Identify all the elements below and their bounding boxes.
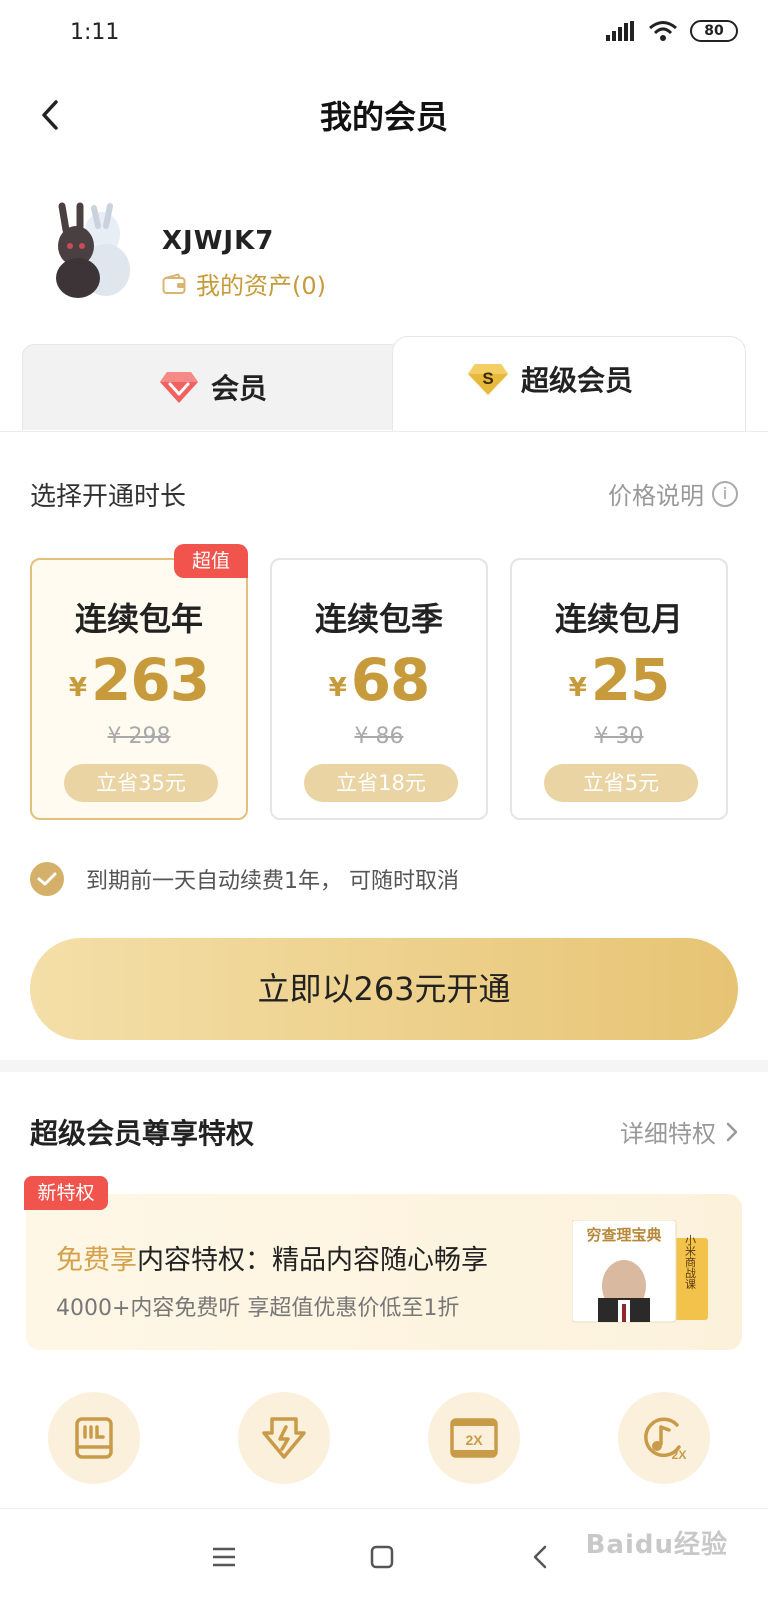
feature-title-rest: 内容特权：精品内容随心畅享 (137, 1245, 488, 1276)
price-help-link[interactable]: 价格说明 i (608, 476, 738, 511)
plan-name: 连续包季 (314, 600, 443, 638)
plan-savings: 立省35元 (64, 764, 218, 802)
feature-privilege-card[interactable]: 免费享内容特权：精品内容随心畅享 4000+内容免费听 享超值优惠价低至1折 穷… (26, 1194, 742, 1350)
chevron-right-icon (726, 1122, 738, 1141)
currency-symbol: ¥ (568, 673, 587, 703)
status-time: 1:11 (70, 20, 120, 45)
plan-original-price: ¥ 86 (354, 724, 404, 749)
plan-price-value: 25 (590, 646, 671, 714)
assets-label: 我的资产(0) (196, 272, 326, 300)
auto-renew-checkbox[interactable]: 到期前一天自动续费1年， 可随时取消 (30, 862, 459, 896)
divider (0, 431, 768, 432)
plan-badge: 超值 (174, 544, 248, 578)
privilege-icon-row: 2X 2X (0, 1392, 768, 1488)
currency-symbol: ¥ (68, 673, 87, 703)
user-profile: XJWJK7 我的资产(0) (40, 200, 740, 310)
download-privilege-icon[interactable] (238, 1392, 330, 1484)
username: XJWJK7 (162, 226, 275, 256)
plan-price: ¥25 (512, 646, 726, 714)
subscribe-button[interactable]: 立即以263元开通 (30, 938, 738, 1040)
wallet-icon (162, 272, 186, 294)
signal-icon (606, 21, 634, 41)
duration-section-title: 选择开通时长 (30, 482, 187, 512)
triangle-back-icon (533, 1545, 547, 1569)
auto-renew-text: 到期前一天自动续费1年， 可随时取消 (86, 869, 459, 894)
tab-member[interactable]: 会员 (22, 344, 402, 430)
home-button[interactable] (362, 1539, 402, 1575)
red-diamond-icon (160, 372, 198, 403)
plan-price-value: 68 (350, 646, 431, 714)
plan-quarterly[interactable]: 连续包季 ¥68 ¥ 86 立省18元 (270, 558, 488, 820)
plan-price-value: 263 (91, 646, 210, 714)
tab-super-member-label: 超级会员 (521, 364, 634, 397)
watermark: Baidu经验 (585, 1530, 728, 1560)
book-side-title: 小米商战课 (684, 1234, 697, 1290)
book-cover-image: 穷查理宝典 小米商战课 (571, 1219, 714, 1324)
plan-name: 连续包月 (554, 600, 683, 638)
book-privilege-icon[interactable] (48, 1392, 140, 1484)
membership-tabs: 会员 S 超级会员 (22, 336, 746, 432)
menu-icon (213, 1547, 235, 1567)
privileges-detail-link[interactable]: 详细特权 (620, 1114, 738, 1149)
info-icon: i (712, 480, 738, 507)
audio-2x-icon[interactable]: 2X (618, 1392, 710, 1484)
plan-name: 连续包年 (74, 600, 203, 638)
svg-text:2X: 2X (465, 1432, 483, 1448)
video-2x-icon[interactable]: 2X (428, 1392, 520, 1484)
plan-price: ¥68 (272, 646, 486, 714)
new-privilege-badge: 新特权 (24, 1176, 108, 1210)
section-divider (0, 1060, 768, 1072)
plan-list: 超值 连续包年 ¥263 ¥ 298 立省35元 连续包季 ¥68 ¥ 86 立… (30, 544, 740, 820)
tab-super-member[interactable]: S 超级会员 (392, 336, 746, 432)
currency-symbol: ¥ (328, 673, 347, 703)
tab-member-label: 会员 (211, 372, 268, 405)
my-assets-link[interactable]: 我的资产(0) (162, 266, 326, 301)
battery-indicator: 80 (690, 20, 738, 42)
avatar[interactable] (40, 200, 136, 300)
page-title: 我的会员 (319, 98, 448, 136)
wifi-icon (649, 21, 677, 41)
header: 我的会员 (0, 70, 768, 160)
plan-monthly[interactable]: 连续包月 ¥25 ¥ 30 立省5元 (510, 558, 728, 820)
menu-button[interactable] (204, 1539, 244, 1575)
system-back-button[interactable] (520, 1539, 560, 1575)
status-bar: 1:11 80 (0, 0, 768, 66)
square-icon (370, 1545, 394, 1569)
feature-highlight: 免费享 (56, 1245, 137, 1276)
plan-annual[interactable]: 超值 连续包年 ¥263 ¥ 298 立省35元 (30, 544, 248, 820)
feature-subtitle: 4000+内容免费听 享超值优惠价低至1折 (56, 1296, 460, 1321)
privileges-title: 超级会员尊享特权 (30, 1117, 255, 1150)
book-title: 穷查理宝典 (586, 1226, 661, 1244)
gold-s-diamond-icon: S (468, 364, 508, 395)
plan-price: ¥263 (32, 646, 246, 714)
plan-original-price: ¥ 30 (594, 724, 644, 749)
feature-title: 免费享内容特权：精品内容随心畅享 (56, 1238, 488, 1277)
price-help-label: 价格说明 (608, 482, 704, 510)
privileges-detail-label: 详细特权 (620, 1120, 716, 1148)
status-icons: 80 (606, 20, 738, 42)
plan-savings: 立省5元 (544, 764, 698, 802)
plan-original-price: ¥ 298 (107, 724, 171, 749)
check-icon (30, 862, 64, 896)
svg-text:2X: 2X (672, 1448, 687, 1461)
plan-savings: 立省18元 (304, 764, 458, 802)
svg-text:S: S (482, 369, 493, 388)
